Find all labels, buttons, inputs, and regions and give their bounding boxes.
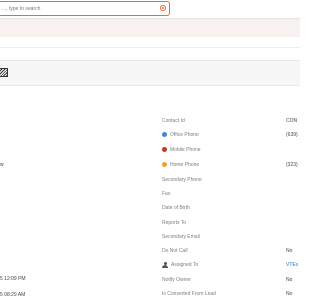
field-label: Secondary Phone — [162, 177, 202, 183]
office-phone-icon — [162, 132, 167, 137]
divider — [0, 47, 300, 48]
mobile-phone-icon — [162, 147, 167, 152]
field-value[interactable]: (323) — [286, 162, 298, 168]
field-value: No — [286, 248, 293, 254]
field-label: Fax — [162, 191, 171, 197]
assigned-user-link[interactable]: VTEx — [286, 262, 298, 268]
field-label: Office Phone — [170, 132, 199, 138]
record-image-icon — [0, 68, 8, 77]
field-label: Is Converted From Lead — [162, 291, 216, 297]
home-phone-icon — [162, 162, 167, 167]
left-field-value: w — [0, 162, 4, 168]
field-label: Do Not Call — [162, 248, 188, 254]
field-value: No — [286, 291, 293, 297]
top-bar — [0, 0, 300, 19]
field-value[interactable]: (639) — [286, 132, 298, 138]
search-box[interactable] — [0, 1, 170, 16]
field-label: Notify Owner — [162, 277, 191, 283]
field-label: Reports To — [162, 220, 187, 226]
modified-time-value: 5 08:29 AM — [0, 292, 26, 298]
search-input[interactable] — [0, 2, 152, 15]
search-clear-icon[interactable] — [160, 5, 166, 11]
field-label: Assigned To — [171, 262, 199, 268]
created-time-value: 5 12:09 PM — [0, 276, 26, 282]
field-label: Date of Birth — [162, 205, 190, 211]
field-value: No — [286, 277, 293, 283]
header-band — [0, 19, 300, 37]
field-label: Home Phone — [170, 162, 200, 168]
field-label: Secondary Email — [162, 234, 200, 240]
field-label: Mobile Phone — [170, 147, 201, 153]
user-icon — [162, 262, 168, 268]
field-value: CON — [286, 118, 298, 124]
record-header — [0, 60, 300, 86]
field-label: Contact Id — [162, 118, 185, 124]
